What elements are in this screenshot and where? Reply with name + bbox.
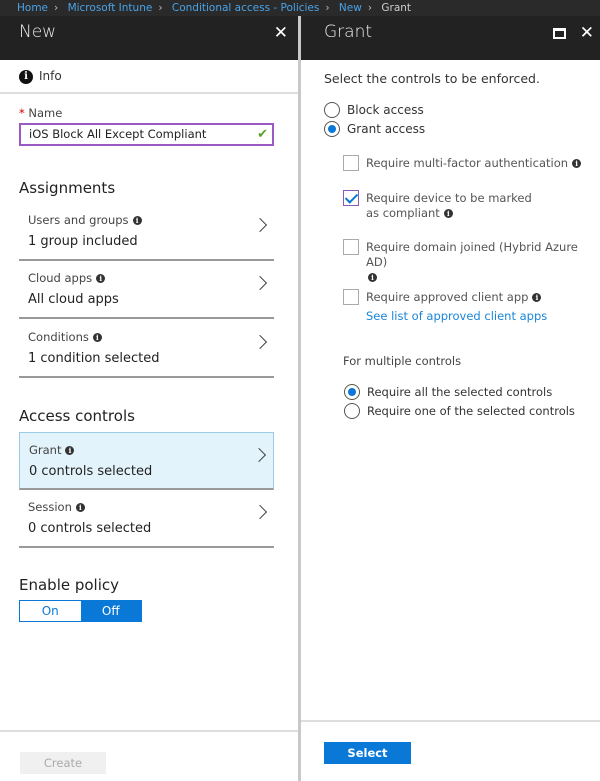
item-label: Session — [28, 500, 72, 514]
item-value: 0 controls selected — [29, 464, 153, 479]
chevron-right-icon — [252, 334, 268, 350]
toggle-on[interactable]: On — [20, 601, 81, 621]
grant-intro: Select the controls to be enforced. — [324, 71, 540, 86]
info-icon: i — [532, 293, 542, 302]
radio-label: Require all the selected controls — [367, 385, 553, 399]
enable-policy-toggle[interactable]: On Off — [19, 600, 142, 622]
access-controls-heading: Access controls — [19, 407, 135, 425]
info-icon: i — [19, 70, 33, 84]
chevron-right-icon — [252, 504, 268, 520]
item-value: 1 group included — [28, 234, 138, 249]
item-value: 1 condition selected — [28, 351, 160, 366]
multiple-controls-heading: For multiple controls — [343, 354, 462, 368]
block-access-radio[interactable] — [324, 102, 340, 118]
maximize-icon[interactable] — [553, 28, 566, 39]
select-button[interactable]: Select — [324, 742, 411, 764]
breadcrumb-policies[interactable]: Conditional access - Policies — [172, 2, 319, 14]
info-icon: i — [65, 446, 75, 455]
radio-label: Grant access — [347, 122, 426, 136]
item-label: Cloud apps — [28, 271, 93, 285]
approved-apps-link[interactable]: See list of approved client apps — [366, 309, 547, 323]
approved-app-checkbox[interactable] — [343, 289, 359, 305]
require-all-radio[interactable] — [344, 384, 360, 400]
radio-label: Require one of the selected controls — [367, 404, 575, 418]
close-icon[interactable]: ✕ — [580, 17, 594, 49]
name-label-text: Name — [28, 106, 63, 120]
breadcrumb-new[interactable]: New — [339, 2, 362, 14]
chevron-right-icon — [252, 217, 268, 233]
breadcrumb-current: Grant — [381, 2, 412, 14]
checkmark-icon: ✔ — [257, 127, 268, 142]
conditions-item[interactable]: Conditions i 1 condition selected — [19, 320, 274, 378]
grant-access-radio[interactable] — [324, 121, 340, 137]
assignments-heading: Assignments — [19, 179, 116, 197]
info-icon: i — [132, 216, 142, 225]
info-icon: i — [572, 159, 582, 168]
item-value: 0 controls selected — [28, 521, 152, 536]
compliant-device-checkbox[interactable] — [343, 190, 359, 206]
name-label: * Name — [19, 106, 62, 120]
info-icon: i — [443, 209, 453, 218]
breadcrumb-intune[interactable]: Microsoft Intune — [68, 2, 153, 14]
new-blade-header: New ✕ — [0, 16, 298, 60]
info-icon: i — [75, 503, 85, 512]
breadcrumb-home[interactable]: Home — [17, 2, 48, 14]
info-icon: i — [368, 273, 377, 282]
require-one-radio[interactable] — [344, 403, 360, 419]
session-item[interactable]: Session i 0 controls selected — [19, 490, 274, 548]
info-label: Info — [39, 69, 62, 83]
blade-divider — [298, 16, 301, 781]
required-mark: * — [19, 106, 25, 120]
item-value: All cloud apps — [28, 292, 119, 307]
blade-title: New — [19, 22, 57, 42]
info-row[interactable]: i Info — [0, 60, 298, 94]
enable-policy-heading: Enable policy — [19, 576, 120, 594]
grant-item[interactable]: Grant i 0 controls selected — [19, 432, 274, 490]
create-button[interactable]: Create — [20, 752, 106, 774]
checkbox-label: Require approved client app — [366, 290, 529, 304]
blade-title: Grant — [324, 22, 373, 42]
chevron-right-icon — [251, 447, 267, 463]
close-icon[interactable]: ✕ — [274, 17, 288, 49]
info-icon: i — [92, 333, 102, 342]
grant-blade-header: Grant ✕ — [301, 16, 600, 60]
item-label: Grant — [29, 443, 62, 457]
toggle-off[interactable]: Off — [80, 601, 141, 621]
breadcrumb: Home › Microsoft Intune › Conditional acce… — [0, 0, 600, 16]
users-and-groups-item[interactable]: Users and groups i 1 group included — [19, 203, 274, 261]
mfa-checkbox[interactable] — [343, 155, 359, 171]
chevron-right-icon — [252, 275, 268, 291]
item-label: Users and groups — [28, 213, 129, 227]
domain-joined-checkbox[interactable] — [343, 239, 359, 255]
name-value: iOS Block All Except Compliant — [29, 127, 207, 141]
cloud-apps-item[interactable]: Cloud apps i All cloud apps — [19, 261, 274, 319]
radio-label: Block access — [347, 103, 424, 117]
name-input[interactable]: iOS Block All Except Compliant ✔ — [19, 123, 274, 146]
info-icon: i — [96, 274, 106, 283]
footer-divider — [0, 730, 298, 732]
checkbox-label: Require domain joined (Hybrid Azure AD) — [366, 240, 578, 269]
checkbox-label: Require multi-factor authentication — [366, 156, 569, 170]
item-label: Conditions — [28, 330, 89, 344]
footer-divider — [301, 720, 600, 722]
